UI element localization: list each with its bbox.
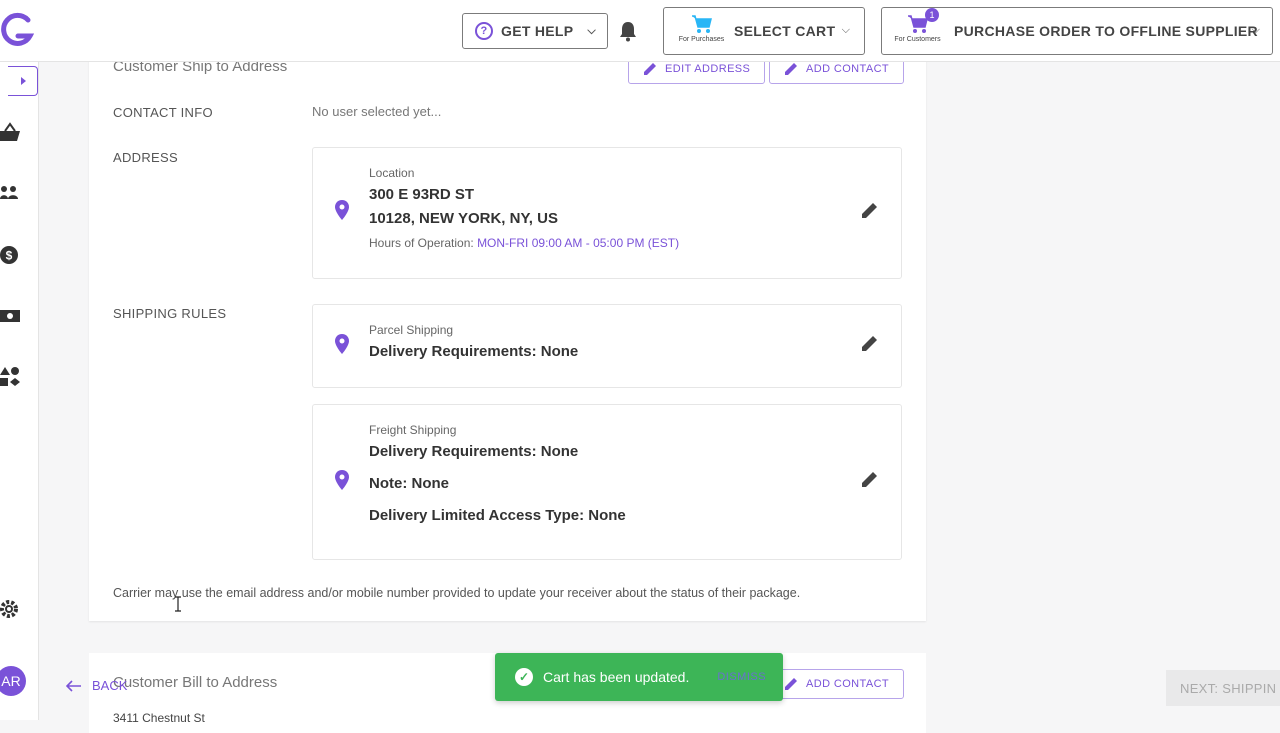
shapes-icon[interactable] — [0, 366, 22, 388]
back-button[interactable]: BACK — [66, 678, 127, 693]
freight-shipping-box: Freight Shipping Delivery Requirements: … — [312, 404, 902, 560]
dollar-icon[interactable]: $ — [0, 244, 22, 266]
text-cursor-icon — [175, 596, 181, 612]
pencil-icon — [785, 63, 797, 75]
hours-of-operation: Hours of Operation: MON-FRI 09:00 AM - 0… — [369, 236, 679, 250]
location-label: Location — [369, 166, 415, 180]
chevron-down-icon: ⌵ — [1251, 24, 1260, 36]
help-icon: ? — [475, 22, 493, 40]
select-cart-label: SELECT CART — [734, 23, 836, 39]
section-title: Customer Bill to Address — [113, 674, 278, 691]
dismiss-button[interactable]: DISMISS — [717, 671, 766, 683]
users-icon[interactable] — [0, 183, 22, 205]
bill-address: 3411 Chestnut St — [113, 711, 205, 725]
location-pin-icon — [335, 334, 349, 354]
edit-pencil-icon[interactable] — [861, 201, 879, 219]
select-cart-button[interactable]: For Purchases SELECT CART ⌵ — [663, 7, 865, 55]
avatar[interactable]: AR — [0, 666, 26, 696]
location-box: Location 300 E 93RD ST 10128, NEW YORK, … — [312, 147, 902, 279]
left-sidebar: $ AR — [0, 62, 39, 720]
add-contact-label: ADD CONTACT — [806, 678, 890, 690]
bell-icon[interactable] — [618, 20, 638, 42]
freight-title: Freight Shipping — [369, 423, 457, 437]
toast-message: Cart has been updated. — [543, 669, 690, 685]
expand-icon — [20, 77, 26, 85]
check-icon: ✓ — [515, 668, 533, 686]
location-pin-icon — [335, 200, 349, 220]
gear-icon[interactable] — [0, 598, 22, 620]
contact-info-label: CONTACT INFO — [113, 105, 213, 120]
parcel-title: Parcel Shipping — [369, 323, 454, 337]
add-contact-label: ADD CONTACT — [806, 63, 890, 75]
get-help-button[interactable]: ? GET HELP ⌵ — [462, 13, 608, 49]
freight-access-type: Delivery Limited Access Type: None — [369, 507, 626, 524]
pencil-icon — [785, 678, 797, 690]
chevron-down-icon: ⌵ — [587, 24, 597, 37]
contact-info-value: No user selected yet... — [312, 104, 442, 119]
purchase-order-label: PURCHASE ORDER TO OFFLINE SUPPLIER — [954, 23, 1258, 39]
arrow-left-icon — [66, 679, 81, 692]
street-address: 300 E 93RD ST — [369, 186, 475, 203]
parcel-shipping-box: Parcel Shipping Delivery Requirements: N… — [312, 304, 902, 388]
cart-icon: For Purchases — [674, 14, 729, 43]
logo-icon[interactable] — [0, 12, 34, 50]
freight-note: Note: None — [369, 475, 449, 492]
location-pin-icon — [335, 470, 349, 490]
parcel-requirements: Delivery Requirements: None — [369, 343, 579, 360]
ship-to-address-card: Customer Ship to Address EDIT ADDRESS AD… — [89, 40, 926, 621]
basket-icon[interactable] — [0, 122, 22, 144]
city-line: 10128, NEW YORK, NY, US — [369, 210, 558, 227]
edit-pencil-icon[interactable] — [861, 470, 879, 488]
edit-address-label: EDIT ADDRESS — [665, 63, 751, 75]
freight-requirements: Delivery Requirements: None — [369, 443, 579, 460]
po-sub-label: For Customers — [894, 36, 941, 43]
toast-notification: ✓ Cart has been updated. DISMISS — [495, 653, 783, 701]
money-icon[interactable] — [0, 305, 22, 327]
add-contact-button[interactable]: ADD CONTACT — [769, 669, 905, 699]
cart-count-badge: 1 — [925, 8, 939, 22]
carrier-note: Carrier may use the email address and/or… — [113, 586, 801, 600]
get-help-label: GET HELP — [501, 23, 574, 39]
purchase-order-button[interactable]: For Customers 1 PURCHASE ORDER TO OFFLIN… — [881, 7, 1273, 55]
address-label: ADDRESS — [113, 150, 178, 165]
top-header: ? GET HELP ⌵ For Purchases SELECT CART ⌵… — [0, 0, 1280, 62]
edit-pencil-icon[interactable] — [861, 334, 879, 352]
cart-sub-label: For Purchases — [678, 36, 725, 43]
pencil-icon — [644, 63, 656, 75]
hours-value: MON-FRI 09:00 AM - 05:00 PM (EST) — [477, 236, 680, 250]
sidebar-expand-button[interactable] — [8, 66, 38, 96]
hours-label: Hours of Operation: — [369, 236, 474, 250]
next-shipping-button[interactable]: NEXT: SHIPPIN — [1166, 670, 1280, 706]
shipping-rules-label: SHIPPING RULES — [113, 306, 227, 321]
back-label: BACK — [92, 678, 128, 693]
next-label: NEXT: SHIPPIN — [1180, 680, 1277, 696]
svg-text:$: $ — [6, 249, 13, 263]
chevron-down-icon: ⌵ — [841, 24, 850, 36]
